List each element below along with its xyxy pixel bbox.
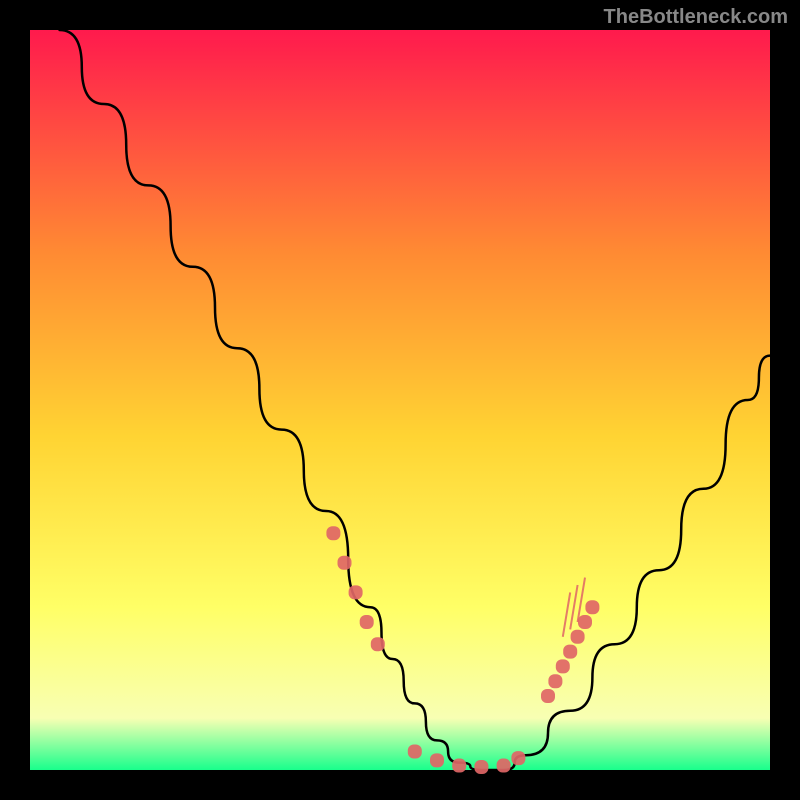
highlight-dots-bottom-point [430,753,444,767]
highlight-dots-left-point [349,585,363,599]
highlight-dots-bottom-point [452,759,466,773]
highlight-dots-right-point [556,659,570,673]
highlight-dots-left-point [326,526,340,540]
highlight-dots-right-point [585,600,599,614]
chart-container: TheBottleneck.com [0,0,800,800]
highlight-dots-left-point [360,615,374,629]
highlight-dots-right-point [578,615,592,629]
highlight-dots-left-point [371,637,385,651]
highlight-dots-right-point [548,674,562,688]
highlight-dots-bottom-point [511,751,525,765]
highlight-dots-right-point [563,645,577,659]
highlight-dots-right-point [541,689,555,703]
highlight-dots-left-point [338,556,352,570]
highlight-dots-bottom-point [474,760,488,774]
watermark-text: TheBottleneck.com [604,6,788,29]
highlight-dots-right-point [571,630,585,644]
highlight-dots-bottom-point [408,745,422,759]
bottleneck-chart [0,0,800,800]
plot-area [30,30,770,770]
highlight-dots-bottom-point [497,759,511,773]
